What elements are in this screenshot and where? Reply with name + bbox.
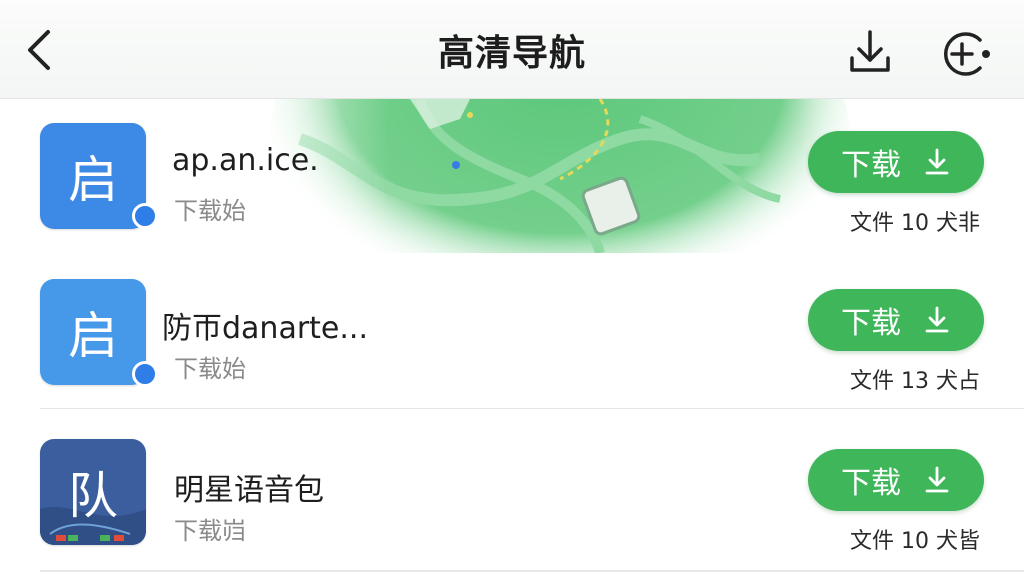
add-circle-icon [943,32,990,76]
list-item[interactable]: 队 明星语音包 下载岿 下载 文件 10 犬皆 [0,409,1024,565]
app-icon-glyph: 启 [68,307,118,365]
status-badge [132,361,158,387]
download-button[interactable]: 下载 [808,449,984,511]
download-arrow-icon [925,306,949,333]
download-manager-button[interactable] [842,26,898,82]
nav-bar: 高清导航 [0,0,1024,99]
add-button[interactable] [936,26,996,82]
app-name: 明星语音包 [174,473,324,508]
download-button-label: 下载 [841,306,901,341]
file-size: 文件 10 犬皆 [850,529,980,554]
app-icon: 队 [40,439,146,545]
app-status: 下载始 [174,197,246,225]
file-size: 文件 10 犬非 [850,211,980,236]
app-list: 启 ap.an.ice. 下载始 下载 文件 10 犬非 启 防帀danarte… [0,99,1024,565]
app-name: ap.an.ice. [172,143,319,178]
list-item[interactable]: 启 ap.an.ice. 下载始 下载 文件 10 犬非 [0,99,1024,253]
download-tray-icon [850,30,890,72]
app-icon: 启 [40,123,146,229]
status-badge [132,203,158,229]
download-button-label: 下载 [841,148,901,183]
divider [40,570,1024,572]
app-icon: 启 [40,279,146,385]
app-name: 防帀danarte... [162,311,368,346]
download-button-label: 下载 [841,466,901,501]
list-item[interactable]: 启 防帀danarte... 下载始 下载 文件 13 犬占 [0,253,1024,409]
app-status: 下载岿 [174,517,246,545]
app-icon-glyph: 启 [68,151,118,209]
download-arrow-icon [925,466,949,493]
download-arrow-icon [925,148,949,175]
app-status: 下载始 [174,355,246,383]
app-icon-glyph: 队 [68,467,118,525]
download-button[interactable]: 下载 [808,131,984,193]
file-size: 文件 13 犬占 [850,369,980,394]
download-button[interactable]: 下载 [808,289,984,351]
